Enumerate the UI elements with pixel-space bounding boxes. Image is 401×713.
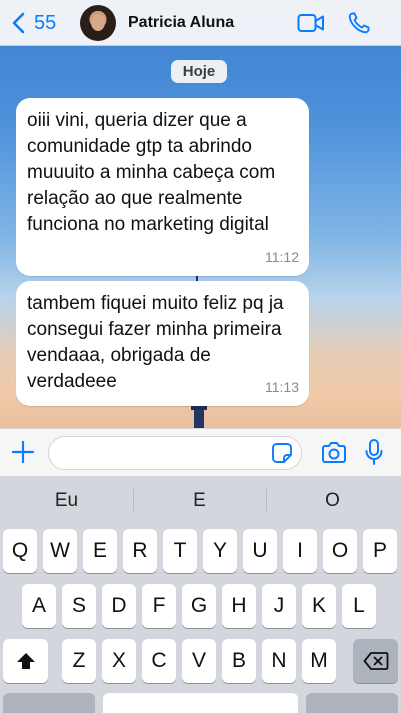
avatar[interactable] — [80, 5, 116, 41]
key[interactable]: Y — [203, 529, 237, 573]
microphone-icon[interactable] — [364, 438, 384, 466]
key[interactable]: L — [342, 584, 376, 628]
key[interactable]: N — [262, 639, 296, 683]
key[interactable]: X — [102, 639, 136, 683]
contact-name[interactable]: Patricia Aluna — [128, 14, 234, 32]
phone-call-icon[interactable] — [347, 11, 371, 35]
message-time: 11:13 — [265, 379, 299, 395]
message-bubble[interactable]: tambem fiquei muito feliz pq ja consegui… — [16, 281, 309, 406]
suggestion-item[interactable]: Eu — [0, 490, 133, 512]
camera-icon[interactable] — [320, 440, 348, 466]
key[interactable]: K — [302, 584, 336, 628]
key[interactable]: F — [142, 584, 176, 628]
backspace-icon — [363, 652, 388, 670]
message-text: oiii vini, queria dizer que a comunidade… — [27, 110, 276, 235]
unread-count: 55 — [34, 11, 57, 34]
key[interactable]: O — [323, 529, 357, 573]
suggestion-item[interactable]: O — [266, 490, 399, 512]
suggestion-bar: Eu E O — [0, 476, 401, 522]
space-key[interactable] — [103, 693, 298, 713]
message-time: 11:12 — [265, 249, 299, 265]
message-input[interactable] — [48, 436, 302, 470]
sticker-icon[interactable] — [271, 442, 293, 464]
return-key[interactable] — [306, 693, 398, 713]
key[interactable]: S — [62, 584, 96, 628]
key[interactable]: A — [22, 584, 56, 628]
key[interactable]: C — [142, 639, 176, 683]
key[interactable]: B — [222, 639, 256, 683]
lighthouse-silhouette-body — [194, 410, 204, 428]
video-call-icon[interactable] — [297, 12, 325, 34]
suggestion-item[interactable]: E — [133, 490, 266, 512]
message-input-bar — [0, 428, 401, 476]
key[interactable]: Z — [62, 639, 96, 683]
plus-icon[interactable] — [10, 439, 36, 465]
date-separator: Hoje — [171, 60, 227, 83]
key[interactable]: U — [243, 529, 277, 573]
key[interactable]: G — [182, 584, 216, 628]
key[interactable]: W — [43, 529, 77, 573]
key[interactable]: Q — [3, 529, 37, 573]
key[interactable]: M — [302, 639, 336, 683]
key[interactable]: R — [123, 529, 157, 573]
keyboard: Eu E O Q W E R T Y U I O P A S D F G H J… — [0, 476, 401, 713]
key[interactable]: I — [283, 529, 317, 573]
back-button[interactable]: 55 — [8, 11, 56, 35]
key[interactable]: D — [102, 584, 136, 628]
chat-header: 55 Patricia Aluna — [0, 0, 401, 46]
chevron-left-icon — [12, 12, 25, 34]
backspace-key[interactable] — [353, 639, 398, 683]
key[interactable]: E — [83, 529, 117, 573]
message-bubble[interactable]: oiii vini, queria dizer que a comunidade… — [16, 98, 309, 276]
shift-key[interactable] — [3, 639, 48, 683]
key[interactable]: P — [363, 529, 397, 573]
key[interactable]: J — [262, 584, 296, 628]
shift-arrow-icon — [16, 653, 35, 669]
message-text: tambem fiquei muito feliz pq ja consegui… — [27, 293, 284, 392]
numbers-key[interactable] — [3, 693, 95, 713]
key[interactable]: H — [222, 584, 256, 628]
key[interactable]: V — [182, 639, 216, 683]
key[interactable]: T — [163, 529, 197, 573]
